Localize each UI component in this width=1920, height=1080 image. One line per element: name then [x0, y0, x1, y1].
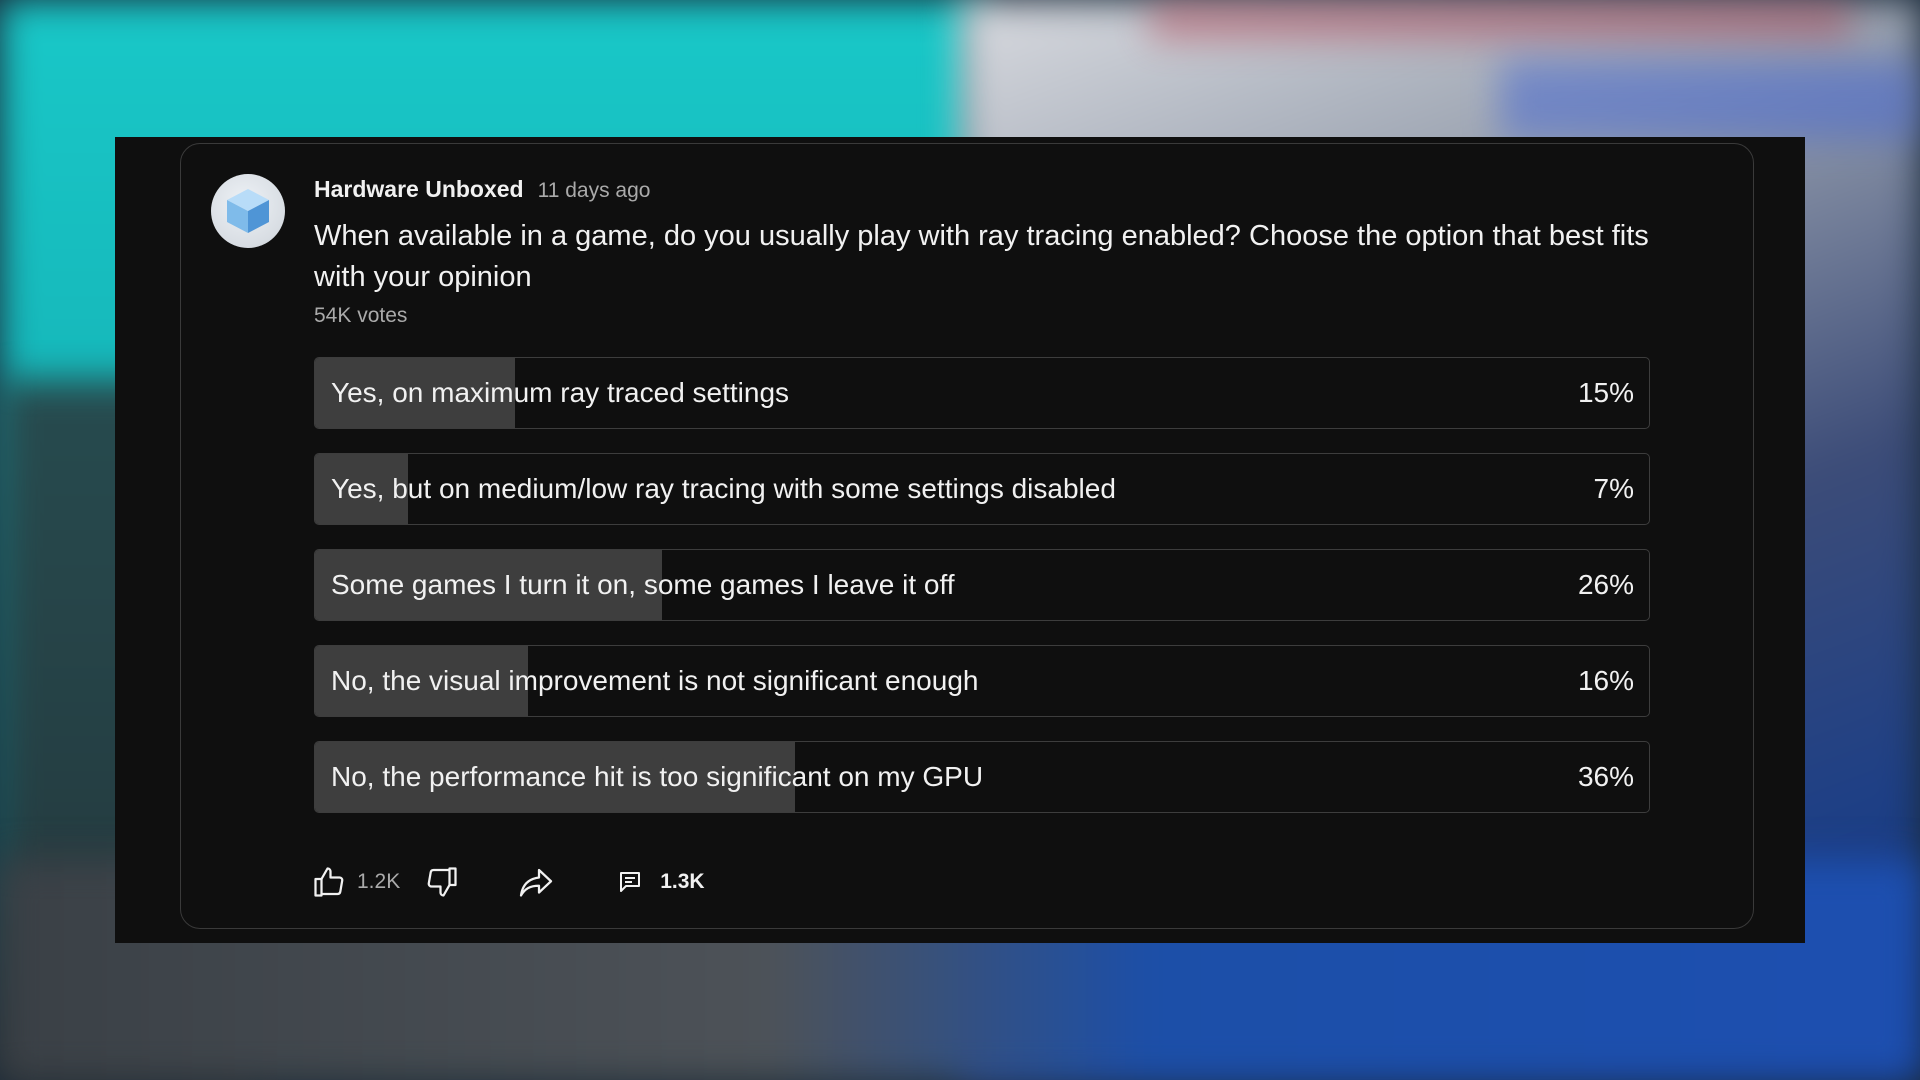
community-post-card: Hardware Unboxed 11 days ago When availa…	[180, 143, 1754, 929]
poll-options: Yes, on maximum ray traced settings 15% …	[314, 357, 1650, 837]
poll-option[interactable]: No, the visual improvement is not signif…	[314, 645, 1650, 717]
poll-option-label: Some games I turn it on, some games I le…	[331, 569, 955, 600]
share-icon	[520, 868, 553, 897]
channel-name[interactable]: Hardware Unboxed	[314, 176, 524, 203]
cube-logo-icon	[227, 189, 269, 233]
share-button[interactable]	[516, 862, 556, 902]
thumbs-up-icon	[314, 867, 344, 897]
poll-option[interactable]: Yes, on maximum ray traced settings 15%	[314, 357, 1650, 429]
poll-option[interactable]: No, the performance hit is too significa…	[314, 741, 1650, 813]
action-bar: 1.2K 1.3K	[309, 862, 705, 902]
poll-option-label: No, the visual improvement is not signif…	[331, 665, 979, 696]
like-count: 1.2K	[357, 870, 401, 893]
like-button[interactable]	[309, 862, 349, 902]
vote-count: 54K votes	[314, 304, 408, 327]
poll-overlay: Hardware Unboxed 11 days ago When availa…	[115, 137, 1805, 943]
dislike-button[interactable]	[422, 862, 462, 902]
comments-button[interactable]	[610, 862, 650, 902]
poll-option-label: Yes, on maximum ray traced settings	[331, 377, 790, 408]
comment-icon	[620, 872, 641, 892]
poll-option[interactable]: Yes, but on medium/low ray tracing with …	[314, 453, 1650, 525]
poll-option-label: No, the performance hit is too significa…	[331, 761, 984, 792]
poll-option-percent: 15%	[1577, 377, 1634, 408]
comment-count[interactable]: 1.3K	[660, 870, 704, 894]
poll-option-percent: 36%	[1577, 761, 1634, 792]
post-time[interactable]: 11 days ago	[538, 179, 651, 203]
channel-avatar[interactable]	[211, 174, 285, 248]
poll-option-percent: 26%	[1577, 569, 1634, 600]
poll-question: When available in a game, do you usually…	[314, 220, 1649, 293]
poll-option-label: Yes, but on medium/low ray tracing with …	[331, 473, 1116, 504]
poll-option-percent: 7%	[1593, 473, 1634, 504]
poll-option[interactable]: Some games I turn it on, some games I le…	[314, 549, 1650, 621]
thumbs-down-icon	[427, 867, 457, 897]
background-shelf-item	[1500, 60, 1920, 140]
poll-option-percent: 16%	[1577, 665, 1634, 696]
background-shelf-item	[1150, 0, 1850, 40]
post-header: Hardware Unboxed 11 days ago	[314, 176, 650, 203]
